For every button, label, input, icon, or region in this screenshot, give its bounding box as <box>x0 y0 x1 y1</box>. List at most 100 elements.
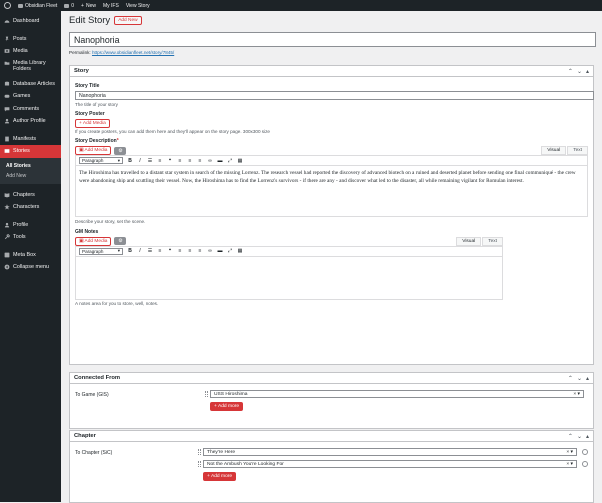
metabox-title: Connected From <box>74 375 121 381</box>
menu-tools[interactable]: Tools <box>0 231 61 244</box>
story-title-input[interactable]: Nanophoria <box>75 91 594 100</box>
numbered-list-icon[interactable]: ≡ <box>157 248 163 254</box>
description-add-media-button[interactable]: ▣ Add Media <box>75 146 112 155</box>
bold-icon[interactable]: B <box>127 158 133 164</box>
view-story-link[interactable]: View Story <box>126 3 150 9</box>
menu-stories[interactable]: Stories <box>0 145 61 158</box>
menu-comments[interactable]: Comments <box>0 103 61 116</box>
move-down-icon[interactable]: ⌄ <box>577 375 582 382</box>
format-select[interactable]: Paragraph ▾ <box>79 157 123 164</box>
menu-chapters[interactable]: Chapters <box>0 189 61 202</box>
remove-item-icon[interactable] <box>582 461 588 467</box>
menu-profile[interactable]: Profile <box>0 219 61 232</box>
game-select[interactable]: USS Hiroshima × ▾ <box>210 390 584 398</box>
menu-label: Media <box>13 48 28 55</box>
tab-text[interactable]: Text <box>567 146 588 155</box>
gm-notes-content[interactable] <box>76 256 502 299</box>
move-up-icon[interactable]: ⌃ <box>568 433 573 440</box>
menu-meta-box[interactable]: Meta Box <box>0 249 61 262</box>
toggle-panel-icon[interactable]: ▴ <box>586 433 589 440</box>
menu-media-library-folders[interactable]: Media Library Folders <box>0 58 61 78</box>
clear-and-chevron-icon[interactable]: × ▾ <box>566 449 573 455</box>
kitchen-sink-icon[interactable]: ▦ <box>237 158 243 164</box>
chevron-down-icon: ▾ <box>117 157 120 163</box>
collapse-icon <box>4 264 10 270</box>
menu-collapse[interactable]: Collapse menu <box>0 261 61 274</box>
move-down-icon[interactable]: ⌄ <box>577 433 582 440</box>
menu-posts[interactable]: Posts <box>0 33 61 46</box>
menu-characters[interactable]: Characters <box>0 201 61 214</box>
align-left-icon[interactable]: ≡ <box>177 248 183 254</box>
wordpress-logo-icon[interactable] <box>4 2 11 9</box>
move-up-icon[interactable]: ⌃ <box>568 68 573 75</box>
align-right-icon[interactable]: ≡ <box>197 158 203 164</box>
description-hint: Describe your story, set the scene. <box>75 218 146 224</box>
drag-handle-icon[interactable] <box>198 461 201 467</box>
clear-and-chevron-icon[interactable]: × ▾ <box>573 391 580 397</box>
gm-notes-add-media-button[interactable]: ▣ Add Media <box>75 236 112 246</box>
menu-manifests[interactable]: Manifests <box>0 133 61 146</box>
submenu-add-new[interactable]: Add New <box>0 171 61 181</box>
site-name-link[interactable]: Obsidian Fleet <box>18 3 57 9</box>
comments-link[interactable]: 0 <box>64 3 74 9</box>
gear-icon[interactable]: ⚙ <box>114 146 127 155</box>
add-more-button[interactable]: + Add more <box>210 402 244 411</box>
toggle-panel-icon[interactable]: ▴ <box>586 68 589 75</box>
chapter-select[interactable]: Not the Ambush You're Looking For × ▾ <box>203 460 577 468</box>
link-icon[interactable]: ∞ <box>207 158 213 164</box>
blockquote-icon[interactable]: ❝ <box>167 248 173 254</box>
menu-database-articles[interactable]: Database Articles <box>0 78 61 91</box>
post-title-input[interactable]: Nanophoria <box>69 32 596 47</box>
menu-media[interactable]: Media <box>0 45 61 58</box>
italic-icon[interactable]: I <box>137 158 143 164</box>
story-poster-hint: If you create posters, you can add them … <box>75 129 270 134</box>
add-more-button[interactable]: + Add more <box>203 472 237 481</box>
to-game-label: To Game (GIS) <box>75 392 109 398</box>
blockquote-icon[interactable]: ❝ <box>167 158 173 164</box>
clear-and-chevron-icon[interactable]: × ▾ <box>566 461 573 467</box>
poster-add-media-button[interactable]: + Add Media <box>75 118 110 128</box>
bullet-list-icon[interactable]: ☰ <box>147 248 153 254</box>
move-up-icon[interactable]: ⌃ <box>568 375 573 382</box>
move-down-icon[interactable]: ⌄ <box>577 68 582 75</box>
permalink-link[interactable]: https://www.obsidianfleet.net/story/7845… <box>92 50 174 55</box>
menu-dashboard[interactable]: Dashboard <box>0 15 61 28</box>
metabox-title: Story <box>74 68 89 74</box>
gear-icon[interactable]: ⚙ <box>114 237 127 245</box>
tab-text[interactable]: Text <box>482 236 503 246</box>
my-profile-link[interactable]: My IFS <box>103 3 119 9</box>
new-content-link[interactable]: + New <box>81 3 96 9</box>
align-right-icon[interactable]: ≡ <box>197 248 203 254</box>
align-center-icon[interactable]: ≡ <box>187 158 193 164</box>
menu-games[interactable]: Games <box>0 90 61 103</box>
bold-icon[interactable]: B <box>127 248 133 254</box>
tab-visual[interactable]: Visual <box>456 236 482 246</box>
drag-handle-icon[interactable] <box>198 449 201 455</box>
fullscreen-icon[interactable]: ⤢ <box>227 248 233 254</box>
align-left-icon[interactable]: ≡ <box>177 158 183 164</box>
menu-label: Meta Box <box>13 251 36 258</box>
toggle-panel-icon[interactable]: ▴ <box>586 375 589 382</box>
remove-item-icon[interactable] <box>582 449 588 455</box>
fullscreen-icon[interactable]: ⤢ <box>227 158 233 164</box>
description-content[interactable]: The Hiroshima has travelled to a distant… <box>76 166 587 216</box>
submenu-all-stories[interactable]: All Stories <box>0 161 61 171</box>
menu-label: Stories <box>13 148 30 155</box>
bullet-list-icon[interactable]: ☰ <box>147 158 153 164</box>
drag-handle-icon[interactable] <box>205 391 208 397</box>
format-select[interactable]: Paragraph ▾ <box>79 247 123 255</box>
menu-author-profile[interactable]: Author Profile <box>0 115 61 128</box>
add-new-button[interactable]: Add New <box>114 16 142 25</box>
italic-icon[interactable]: I <box>137 248 143 254</box>
menu-label: Comments <box>13 105 40 112</box>
align-center-icon[interactable]: ≡ <box>187 248 193 254</box>
view-story-label: View Story <box>125 2 150 9</box>
kitchen-sink-icon[interactable]: ▦ <box>237 248 243 254</box>
numbered-list-icon[interactable]: ≡ <box>157 158 163 164</box>
tab-visual[interactable]: Visual <box>541 146 567 155</box>
more-tag-icon[interactable]: ▬ <box>217 158 223 164</box>
chapter-select[interactable]: They're Here × ▾ <box>203 448 577 456</box>
connected-from-metabox: Connected From ⌃ ⌄ ▴ To Game (GIS) USS H… <box>69 372 594 429</box>
more-tag-icon[interactable]: ▬ <box>217 248 223 254</box>
link-icon[interactable]: ∞ <box>207 248 213 254</box>
